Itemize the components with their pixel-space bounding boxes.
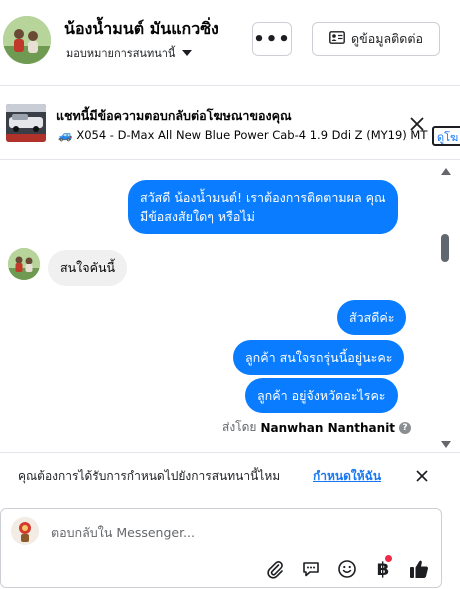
sent-by-prefix: ส่งโดย [222,420,257,434]
scroll-down-arrow-icon[interactable] [441,441,451,448]
outgoing-message: ลูกค้า อยู่จังหวัดอะไรคะ [245,378,398,413]
chevron-down-icon [182,50,193,56]
help-icon[interactable]: ? [399,421,412,434]
assign-reminder-text: คุณต้องการได้รับการกำหนดไปยังการสนทนานี้… [18,469,281,483]
sent-by-label: ส่งโดย Nanwhan Nanthanit ? [222,418,412,437]
page-avatar [11,517,39,545]
message-thread[interactable]: สวัสดี น้องน้ำมนต์! เราต้องการติดตามผล ค… [0,160,460,452]
thumbs-up-icon[interactable] [407,557,431,581]
assign-reminder-bar: คุณต้องการได้รับการกำหนดไปยังการสนทนานี้… [0,452,460,496]
ad-banner-title: แชทนี้มีข้อความตอบกลับต่อโฆษณาของคุณ [56,108,292,123]
scrollbar-thumb[interactable] [441,234,449,262]
contact-name: น้องน้ำมนต์ มันแกวซิ่ง [64,19,219,38]
contact-info-label: ดูข้อมูลติดต่อ [351,31,423,46]
thread-scrollbar[interactable] [438,160,452,452]
conversation-header: น้องน้ำมนต์ มันแกวซิ่ง มอบหมายการสนทนานี… [0,0,460,86]
outgoing-message: สัวสดีค่ะ [337,300,407,335]
message-line: สวัสดี น้องน้ำมนต์! เราต้องการติดตามผล ค… [140,190,386,205]
vehicle-icon: 🚙 [58,128,73,142]
close-icon[interactable] [414,468,430,484]
assign-conversation-dropdown[interactable]: มอบหมายการสนทนานี้ [66,44,193,62]
contact-avatar[interactable] [3,16,51,64]
attachment-icon[interactable] [263,557,287,581]
ad-product-name: X054 - D-Max All New Blue Power Cab-4 1.… [76,128,428,142]
view-ad-button[interactable]: ดูโฆ [432,126,460,146]
notification-dot [385,555,392,562]
assign-label: มอบหมายการสนทนานี้ [66,47,176,60]
ad-reply-banner: แชทนี้มีข้อความตอบกลับต่อโฆษณาของคุณ 🚙 X… [0,86,460,160]
reply-input[interactable] [51,519,421,545]
sender-name: Nanwhan Nanthanit [260,420,396,435]
reply-composer: ฿ [0,508,442,588]
assign-to-me-link[interactable]: กำหนดให้ฉัน [313,467,381,486]
outgoing-message: ลูกค้า สนใจรถรุ่นนี้อยู่นะคะ [233,340,405,375]
ad-vehicle-thumbnail [6,104,46,142]
contact-card-icon [329,31,345,47]
scroll-up-arrow-icon[interactable] [441,168,451,175]
emoji-icon[interactable] [335,557,359,581]
incoming-message: สนใจคันนี้ [48,250,128,286]
contact-avatar-small [8,248,40,280]
close-icon[interactable] [407,114,427,134]
ad-banner-subtitle: 🚙 X054 - D-Max All New Blue Power Cab-4 … [58,128,428,142]
saved-reply-icon[interactable] [299,557,323,581]
message-line: มีข้อสงสัยใดๆ หรือไม่ [140,209,255,224]
outgoing-message: สวัสดี น้องน้ำมนต์! เราต้องการติดตามผล ค… [128,180,398,234]
more-options-button[interactable]: ••• [252,22,292,56]
view-contact-info-button[interactable]: ดูข้อมูลติดต่อ [312,22,440,56]
baht-icon[interactable]: ฿ [371,555,395,581]
